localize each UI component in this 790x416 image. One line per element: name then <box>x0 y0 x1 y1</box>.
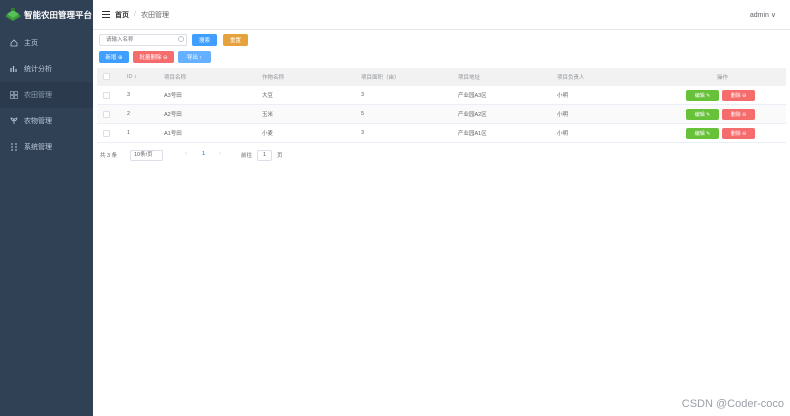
edit-button[interactable]: 编辑 ✎ <box>686 128 719 139</box>
sidebar-item-crops[interactable]: 农物管理 <box>0 108 93 134</box>
delete-button[interactable]: 删除 ⊖ <box>722 109 755 120</box>
add-button[interactable]: 新增 ⊕ <box>99 51 129 63</box>
prev-page-icon[interactable]: ‹ <box>185 151 187 157</box>
cell-area: 3 <box>361 130 365 136</box>
home-icon <box>10 39 18 47</box>
cell-id: 1 <box>127 130 131 136</box>
pagination-page-1[interactable]: 1 <box>202 151 205 157</box>
brand: 智能农田管理平台 <box>0 0 93 30</box>
farm-logo-icon <box>5 8 21 21</box>
farmland-table: ID ↕ 项目名称 作物名称 项目面积（亩） 项目地址 项目负责人 操作 3 A… <box>97 68 786 143</box>
col-address: 项目地址 <box>458 75 481 81</box>
cell-project-name: A2号田 <box>164 112 182 118</box>
row-checkbox[interactable] <box>103 130 110 137</box>
cell-address: 产业园A3区 <box>458 93 487 99</box>
col-area: 项目面积（亩） <box>361 75 400 81</box>
grid-icon <box>10 91 18 99</box>
menu-toggle-icon[interactable] <box>102 11 110 19</box>
cell-id: 3 <box>127 92 131 98</box>
search-button[interactable]: 搜索 <box>192 34 217 46</box>
row-checkbox[interactable] <box>103 111 110 118</box>
goto-suffix: 页 <box>277 153 283 159</box>
table-row: 3 A3号田 大豆 3 产业园A3区 小明 编辑 ✎ 删除 ⊖ <box>97 86 786 105</box>
breadcrumb-current: 农田管理 <box>140 11 169 19</box>
sidebar-item-label: 统计分析 <box>24 66 52 73</box>
delete-button[interactable]: 删除 ⊖ <box>722 128 755 139</box>
export-button[interactable]: 导出 ↑ <box>178 51 211 63</box>
sidebar-item-farmland[interactable]: 农田管理 <box>0 82 93 108</box>
user-dropdown[interactable]: admin ∨ <box>750 11 776 19</box>
cell-owner: 小明 <box>557 93 569 99</box>
col-crop-name: 作物名称 <box>262 75 285 81</box>
reset-button[interactable]: 重置 <box>223 34 248 46</box>
sidebar-item-label: 系统管理 <box>24 144 52 151</box>
search-icon <box>178 36 184 42</box>
plant-icon <box>10 117 18 124</box>
bar-chart-icon <box>10 66 17 72</box>
sidebar-item-system[interactable]: 系统管理 <box>0 134 93 160</box>
sidebar-item-label: 农田管理 <box>24 92 52 99</box>
cell-id: 2 <box>127 111 131 117</box>
pagination-total: 共 3 条 <box>100 153 118 159</box>
select-all-checkbox[interactable] <box>103 73 110 80</box>
app-title: 智能农田管理平台 <box>24 10 93 20</box>
table-row: 1 A1号田 小麦 3 产业园A1区 小明 编辑 ✎ 删除 ⊖ <box>97 124 786 143</box>
col-project-name: 项目名称 <box>164 75 187 81</box>
page-size-select[interactable]: 10条/页 <box>130 150 163 161</box>
sidebar-item-statistics[interactable]: 统计分析 <box>0 56 93 82</box>
cell-address: 产业园A2区 <box>458 112 487 118</box>
col-actions: 操作 <box>717 75 729 81</box>
goto-label: 前往 <box>241 153 253 159</box>
delete-button[interactable]: 删除 ⊖ <box>722 90 755 101</box>
cell-owner: 小明 <box>557 112 569 118</box>
search-input[interactable] <box>99 34 187 46</box>
cell-owner: 小明 <box>557 131 569 137</box>
cell-crop-name: 小麦 <box>262 131 274 137</box>
edit-button[interactable]: 编辑 ✎ <box>686 90 719 101</box>
top-header: 首页 / 农田管理 admin ∨ <box>93 0 790 30</box>
col-id[interactable]: ID ↕ <box>127 74 137 80</box>
sidebar-item-label: 主页 <box>24 40 38 47</box>
table-row: 2 A2号田 玉米 5 产业园A2区 小明 编辑 ✎ 删除 ⊖ <box>97 105 786 124</box>
row-checkbox[interactable] <box>103 92 110 99</box>
sidebar-item-home[interactable]: 主页 <box>0 30 93 56</box>
col-owner: 项目负责人 <box>557 75 585 81</box>
edit-button[interactable]: 编辑 ✎ <box>686 109 719 120</box>
settings-grid-icon <box>11 143 17 151</box>
cell-project-name: A3号田 <box>164 93 182 99</box>
goto-page-input[interactable]: 1 <box>257 150 272 161</box>
sidebar-item-label: 农物管理 <box>24 118 52 125</box>
cell-project-name: A1号田 <box>164 131 182 137</box>
next-page-icon[interactable]: › <box>219 151 221 157</box>
cell-area: 3 <box>361 92 365 98</box>
cell-area: 5 <box>361 111 365 117</box>
cell-crop-name: 玉米 <box>262 112 274 118</box>
watermark: CSDN @Coder-coco <box>681 398 784 410</box>
table-header: ID ↕ 项目名称 作物名称 项目面积（亩） 项目地址 项目负责人 操作 <box>97 68 786 86</box>
cell-crop-name: 大豆 <box>262 93 274 99</box>
sidebar: 智能农田管理平台 主页 统计分析 农田管理 农物管理 系统管理 <box>0 0 93 416</box>
batch-delete-button[interactable]: 批量删除 ⊖ <box>133 51 174 63</box>
cell-address: 产业园A1区 <box>458 131 487 137</box>
breadcrumb-separator: / <box>134 11 136 18</box>
breadcrumb-home[interactable]: 首页 <box>115 10 129 20</box>
